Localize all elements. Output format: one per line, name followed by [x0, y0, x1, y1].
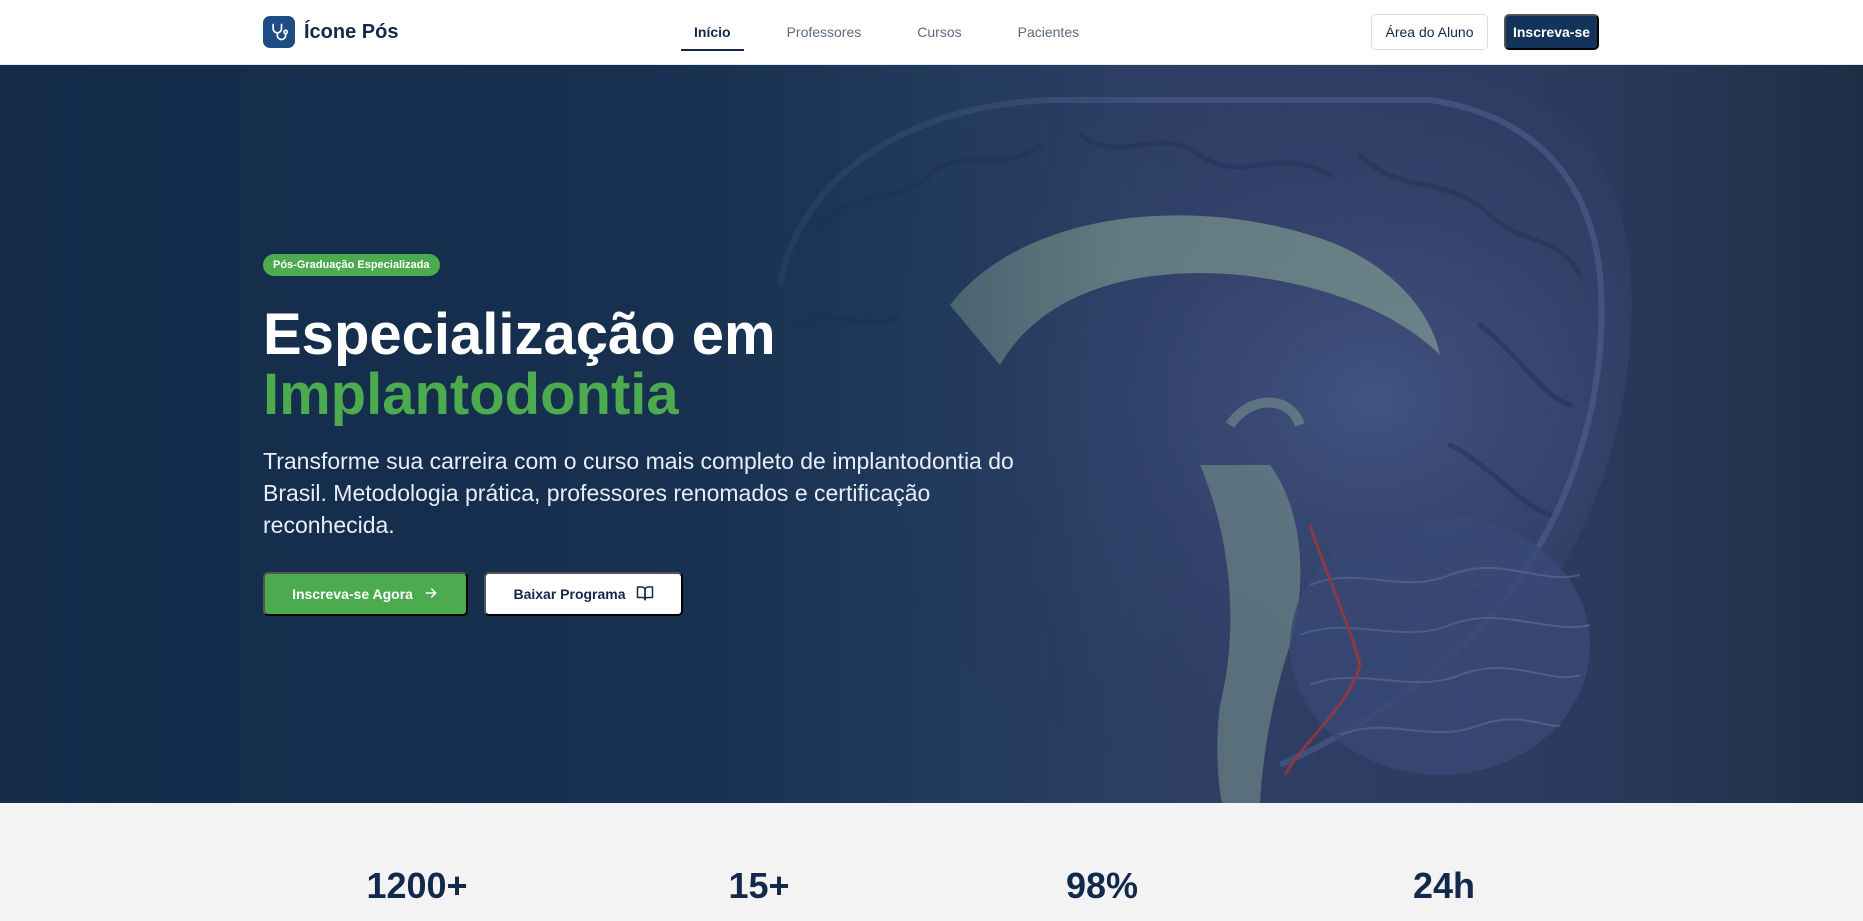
stat-support: 24h — [1412, 865, 1476, 906]
book-open-icon — [636, 584, 654, 605]
main-nav: Início Professores Cursos Pacientes — [681, 0, 1122, 64]
logo[interactable]: Ícone Pós — [263, 16, 398, 48]
enroll-now-label: Inscreva-se Agora — [292, 586, 413, 602]
download-program-label: Baixar Programa — [513, 586, 626, 602]
signup-button[interactable]: Inscreva-se — [1504, 14, 1599, 50]
hero-title-line1: Especialização em — [263, 302, 776, 367]
stats-section: 1200+ 15+ 98% 24h — [0, 803, 1863, 921]
arrow-right-icon — [423, 585, 439, 604]
hero-title-line2: Implantodontia — [263, 362, 679, 427]
stat-approval: 98% — [1065, 865, 1139, 906]
stat-students: 1200+ — [366, 865, 468, 906]
download-program-button[interactable]: Baixar Programa — [484, 572, 683, 616]
enroll-now-button[interactable]: Inscreva-se Agora — [263, 572, 468, 616]
student-area-button[interactable]: Área do Aluno — [1371, 14, 1488, 50]
nav-item-professores[interactable]: Professores — [774, 0, 875, 64]
hero-section: Pós-Graduação Especializada Especializaç… — [0, 65, 1863, 803]
logo-text: Ícone Pós — [304, 20, 399, 43]
program-badge: Pós-Graduação Especializada — [263, 254, 440, 276]
hero-overlay — [0, 65, 1863, 803]
nav-item-cursos[interactable]: Cursos — [904, 0, 974, 64]
nav-item-pacientes[interactable]: Pacientes — [1005, 0, 1092, 64]
stat-years: 15+ — [728, 865, 790, 906]
stethoscope-icon — [263, 16, 295, 48]
nav-item-inicio[interactable]: Início — [681, 0, 744, 64]
site-header: Ícone Pós Início Professores Cursos Paci… — [0, 0, 1863, 65]
hero-subtitle: Transforme sua carreira com o curso mais… — [263, 448, 1014, 538]
